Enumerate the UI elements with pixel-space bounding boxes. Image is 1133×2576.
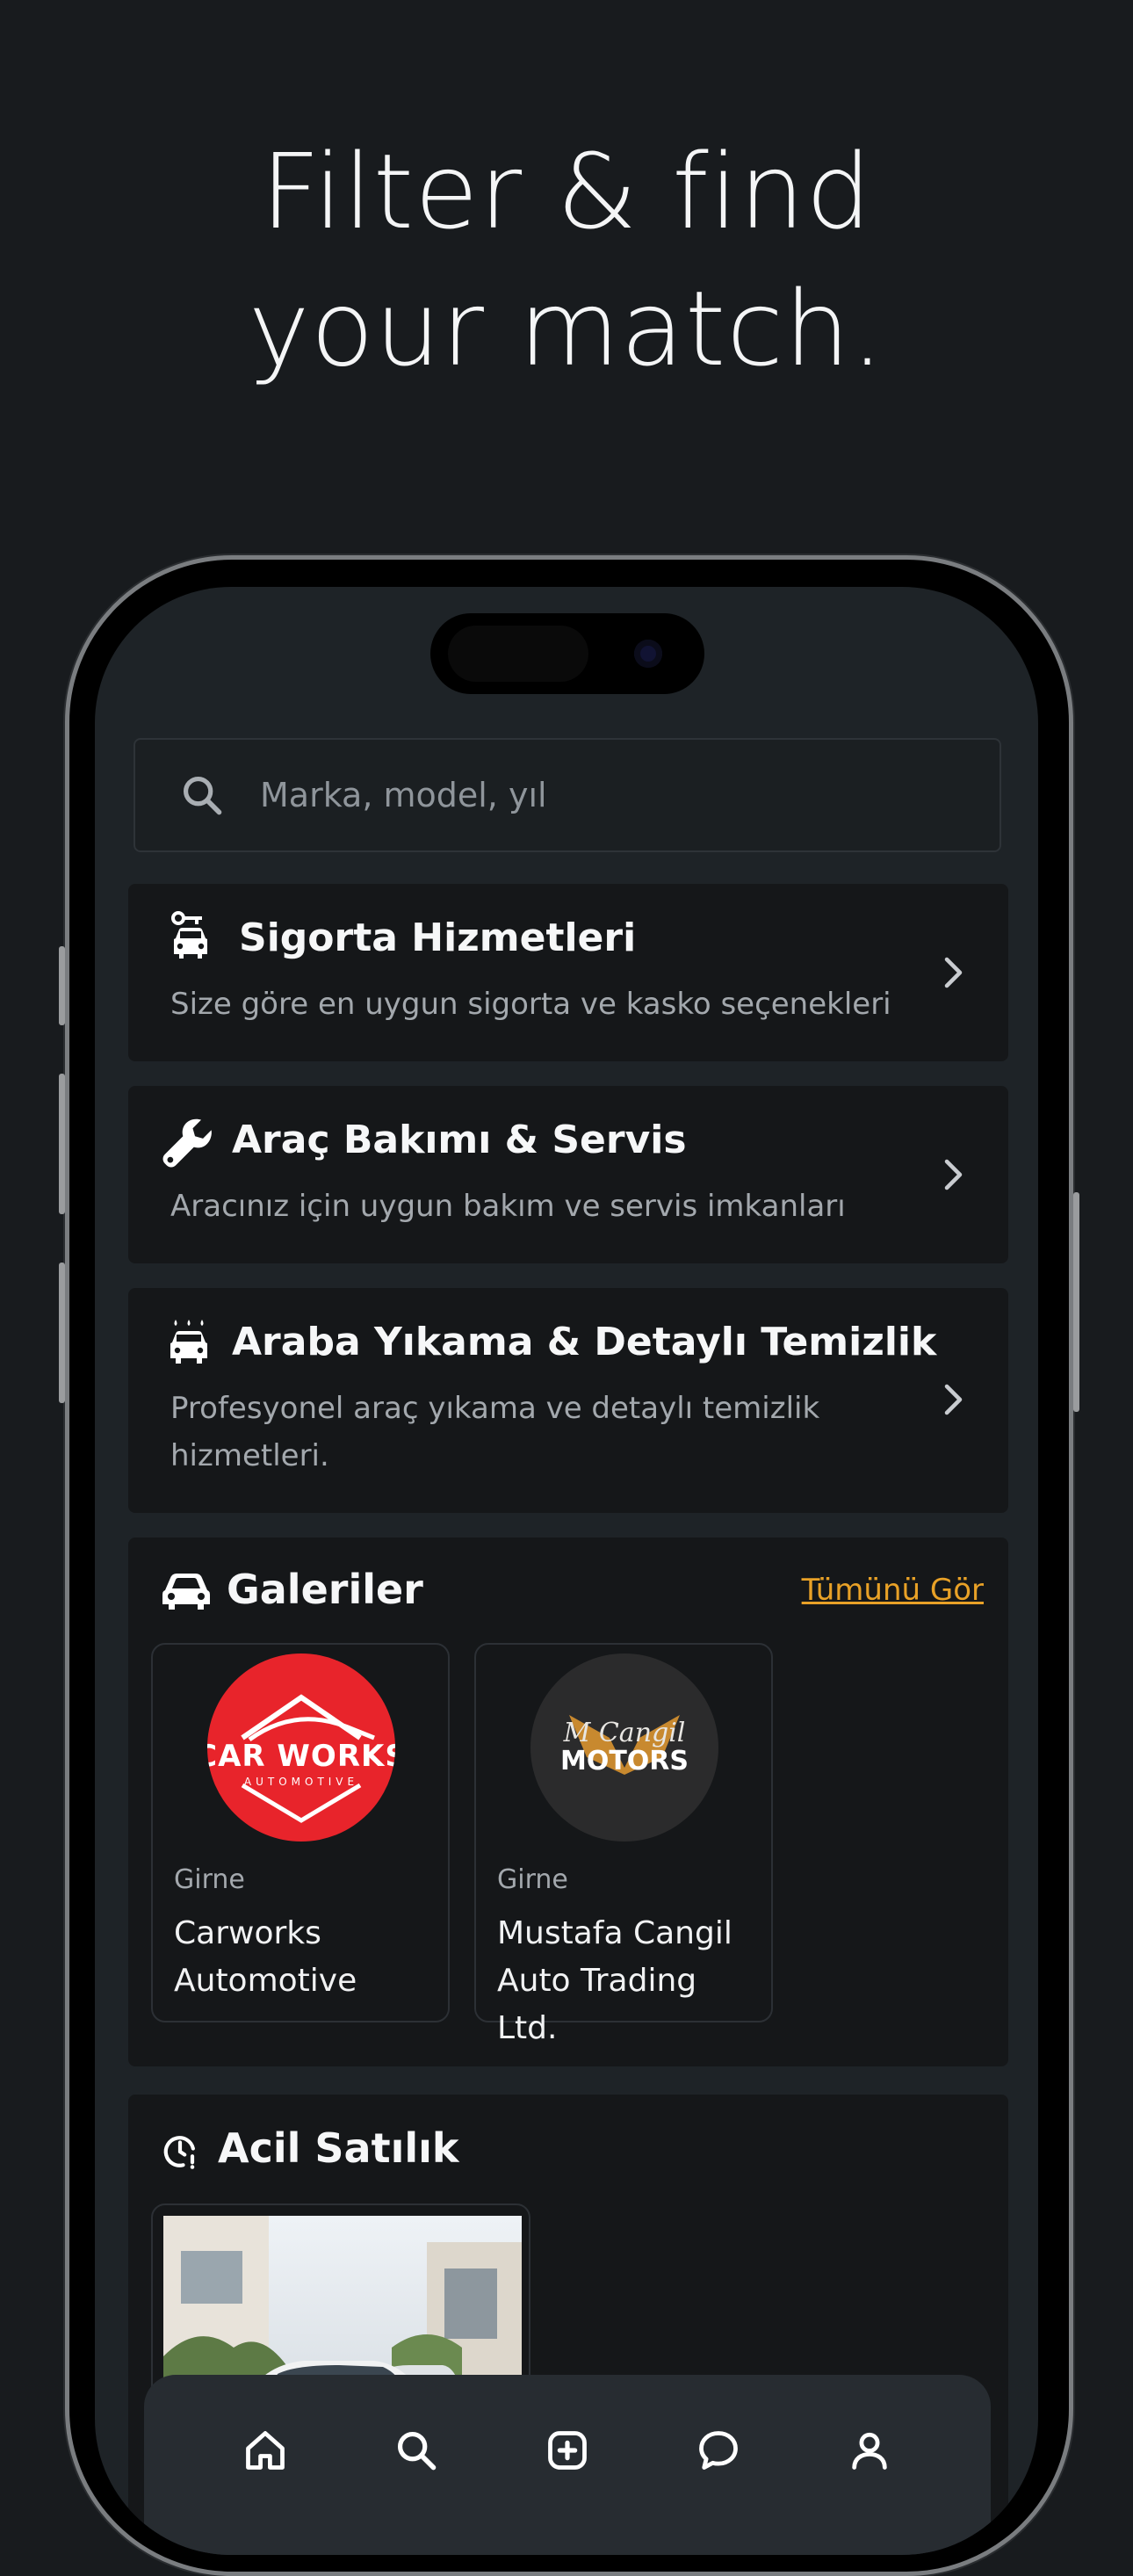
gallery-card-cangil-motors[interactable]: M Cangil MOTORS Girne Mustafa Cangil Aut… bbox=[474, 1643, 773, 2046]
urgent-sale-title: Acil Satılık bbox=[218, 2124, 459, 2172]
promo-headline: Filter & find your match. bbox=[0, 123, 1133, 397]
chevron-right-icon bbox=[944, 1384, 963, 1415]
gallery-card-carworks[interactable]: CAR WORKS AUTOMOTIVE Girne Carworks Auto… bbox=[151, 1643, 450, 2022]
add-listing-icon[interactable] bbox=[545, 2428, 590, 2473]
service-title: Araba Yıkama & Detaylı Temizlik bbox=[232, 1320, 937, 1364]
clock-alert-icon bbox=[163, 2136, 195, 2169]
service-subtitle: Profesyonel araç yıkama ve detaylı temiz… bbox=[170, 1385, 819, 1480]
car-icon bbox=[162, 1574, 210, 1610]
app-screen: Sigorta Hizmetleri Size göre en uygun si… bbox=[95, 587, 1038, 2555]
front-camera-icon bbox=[634, 640, 662, 668]
volume-up-button bbox=[59, 1074, 65, 1214]
gallery-name-line1: Mustafa Cangil bbox=[497, 1915, 732, 1951]
carworks-logo-subtext: AUTOMOTIVE bbox=[244, 1776, 358, 1788]
messages-icon[interactable] bbox=[696, 2428, 741, 2473]
search-bar[interactable] bbox=[134, 738, 1001, 852]
carworks-logo: CAR WORKS AUTOMOTIVE bbox=[207, 1653, 395, 1842]
search-input[interactable] bbox=[260, 776, 927, 814]
promo-headline-line1: Filter & find bbox=[260, 131, 873, 252]
service-card-insurance[interactable]: Sigorta Hizmetleri Size göre en uygun si… bbox=[128, 884, 1008, 1061]
chevron-right-icon bbox=[944, 1159, 963, 1190]
gallery-city: Girne bbox=[174, 1864, 245, 1895]
galleries-section: Galeriler Tümünü Gör CAR WORKS AUTOMOTIV… bbox=[128, 1538, 1008, 2066]
gallery-name-line2: Auto Trading Ltd. bbox=[497, 1963, 697, 2046]
see-all-galleries-link[interactable]: Tümünü Gör bbox=[802, 1573, 984, 1608]
wrench-icon bbox=[162, 1118, 212, 1168]
cangil-logo-text: MOTORS bbox=[560, 1746, 689, 1776]
chevron-right-icon bbox=[944, 957, 963, 988]
gallery-city: Girne bbox=[497, 1864, 568, 1895]
gallery-name-line1: Carworks bbox=[174, 1915, 321, 1951]
cangil-motors-logo: M Cangil MOTORS bbox=[530, 1653, 718, 1842]
search-icon[interactable] bbox=[393, 2428, 439, 2473]
service-subtitle: Size göre en uygun sigorta ve kasko seçe… bbox=[170, 987, 891, 1022]
service-subtitle: Aracınız için uygun bakım ve servis imka… bbox=[170, 1189, 846, 1224]
mute-switch bbox=[59, 946, 65, 1025]
search-icon bbox=[183, 776, 222, 815]
cangil-logo-script: M Cangil bbox=[563, 1718, 686, 1748]
service-card-car-wash[interactable]: Araba Yıkama & Detaylı Temizlik Profesyo… bbox=[128, 1288, 1008, 1513]
galleries-title: Galeriler bbox=[227, 1566, 423, 1613]
service-title: Araç Bakımı & Servis bbox=[232, 1118, 687, 1162]
gallery-name: Mustafa Cangil Auto Trading Ltd. bbox=[497, 1910, 761, 2052]
profile-icon[interactable] bbox=[847, 2428, 892, 2473]
service-subtitle-line2: hizmetleri. bbox=[170, 1438, 329, 1473]
gallery-name: Carworks Automotive bbox=[174, 1910, 437, 2005]
home-icon[interactable] bbox=[242, 2428, 288, 2473]
carworks-logo-text: CAR WORKS bbox=[207, 1739, 395, 1774]
bottom-tab-bar bbox=[144, 2375, 991, 2555]
promo-headline-line2: your match. bbox=[248, 268, 885, 389]
service-title: Sigorta Hizmetleri bbox=[239, 915, 637, 960]
car-key-icon bbox=[171, 911, 207, 959]
power-button bbox=[1073, 1192, 1079, 1412]
service-card-maintenance[interactable]: Araç Bakımı & Servis Aracınız için uygun… bbox=[128, 1086, 1008, 1263]
dynamic-island bbox=[430, 613, 704, 694]
car-wash-icon bbox=[170, 1320, 207, 1364]
gallery-name-line2: Automotive bbox=[174, 1963, 357, 1999]
service-subtitle-line1: Profesyonel araç yıkama ve detaylı temiz… bbox=[170, 1391, 820, 1426]
volume-down-button bbox=[59, 1263, 65, 1403]
